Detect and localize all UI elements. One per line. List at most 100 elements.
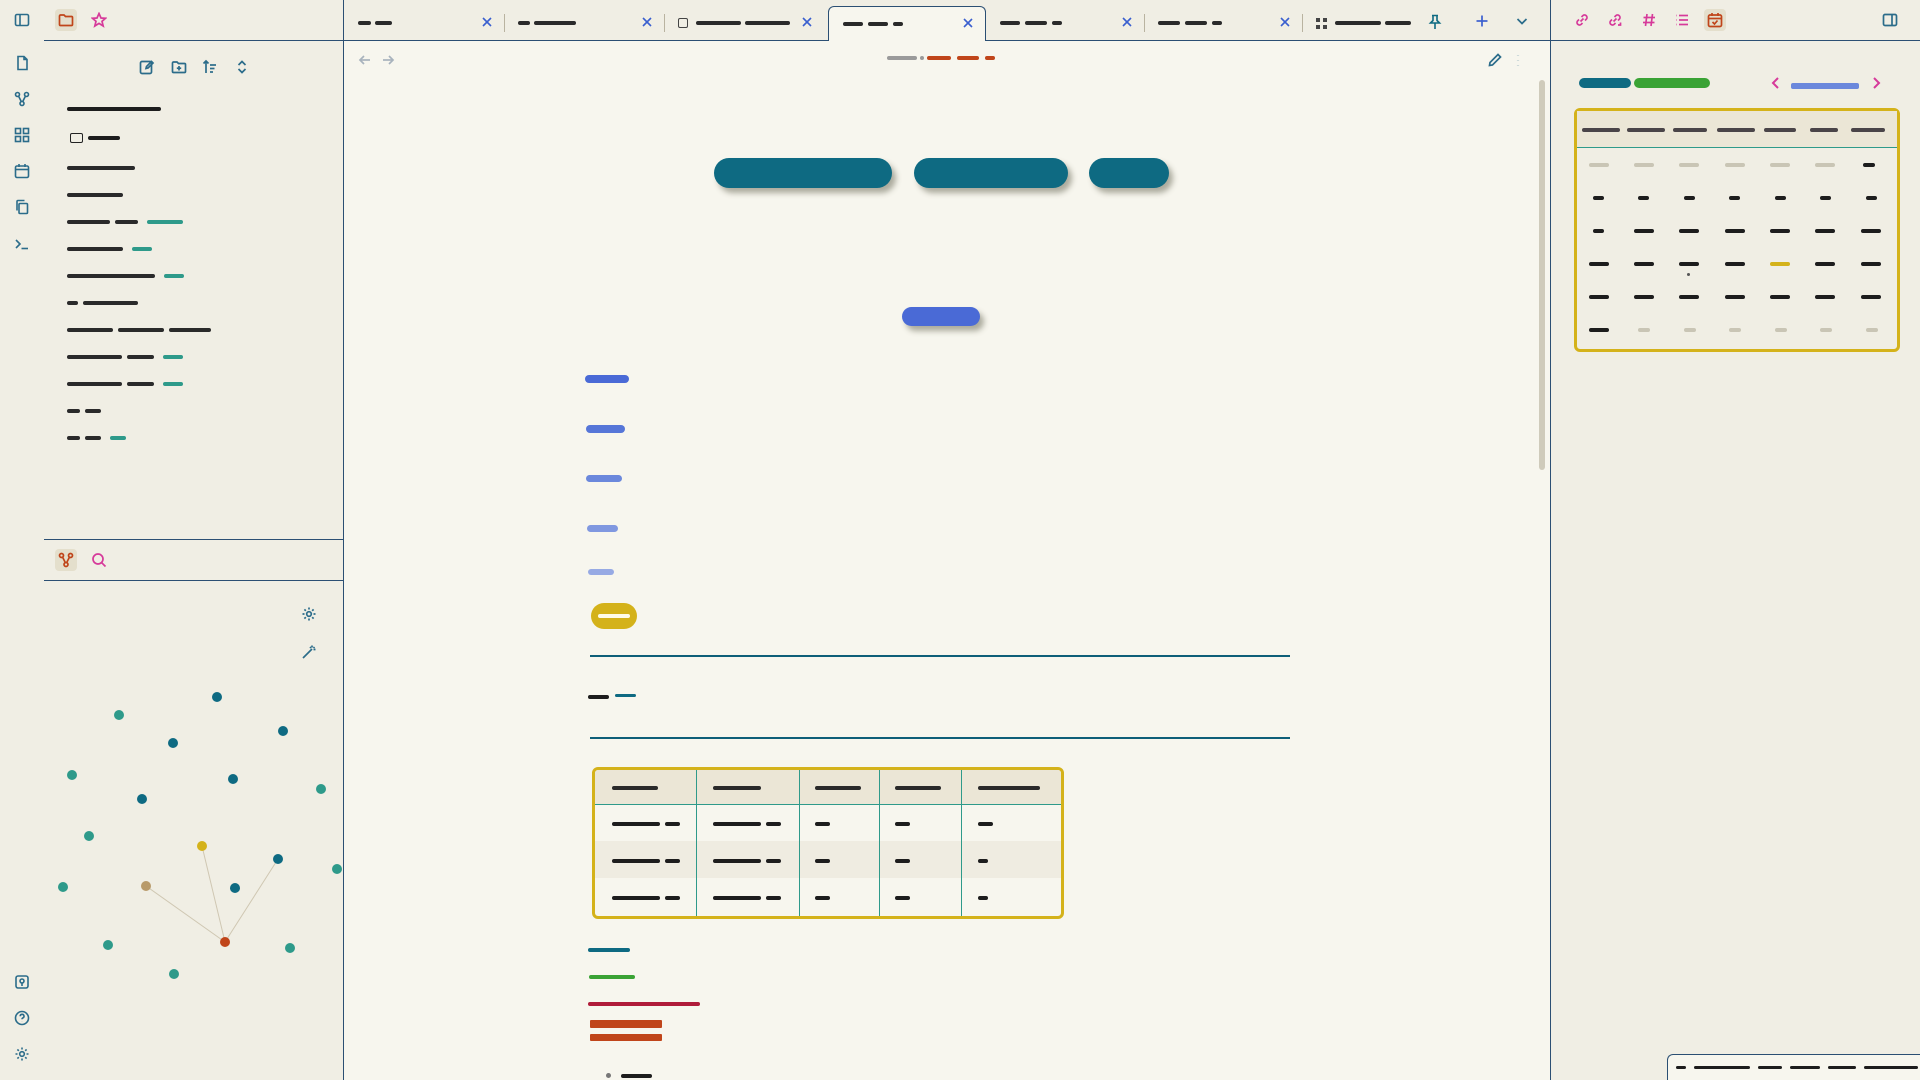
chevron-left-icon[interactable]: [1765, 72, 1787, 94]
forward-icon[interactable]: [377, 49, 399, 71]
calendar-day[interactable]: [1815, 295, 1835, 299]
calendar-day[interactable]: [1684, 328, 1696, 332]
calendar-day[interactable]: [1815, 163, 1835, 167]
calendar-day[interactable]: [1866, 328, 1878, 332]
graph-node[interactable]: [332, 864, 342, 874]
calendar-day[interactable]: [1770, 163, 1790, 167]
breadcrumb[interactable]: —— — —— ——: [887, 56, 995, 60]
backlinks-icon[interactable]: [1571, 9, 1593, 31]
table-cell[interactable]: —: [895, 896, 910, 900]
folder-item[interactable]: ———: [70, 129, 120, 147]
table-cell[interactable]: —: [815, 859, 830, 863]
calendar-day[interactable]: [1679, 163, 1699, 167]
calendar-day[interactable]: [1589, 328, 1609, 332]
graph-node[interactable]: [278, 726, 288, 736]
calendar-day[interactable]: [1861, 262, 1881, 266]
vault-icon[interactable]: [12, 972, 32, 992]
calendar-day[interactable]: [1725, 229, 1745, 233]
calendar-icon[interactable]: [12, 161, 32, 181]
calendar-day[interactable]: [1729, 328, 1741, 332]
calendar-day[interactable]: [1729, 196, 1740, 200]
calendar-day[interactable]: [1770, 229, 1790, 233]
table-header-cell[interactable]: ————: [815, 786, 861, 790]
calendar-day[interactable]: [1634, 262, 1654, 266]
calendar-day[interactable]: [1725, 163, 1745, 167]
graph-node[interactable]: [316, 784, 326, 794]
tab-active[interactable]: —— —— —: [828, 6, 986, 41]
pin-icon[interactable]: [1428, 14, 1442, 30]
vault-name[interactable]: —————————: [67, 100, 161, 118]
terminal-icon[interactable]: [12, 234, 32, 254]
outline-icon[interactable]: [1671, 9, 1693, 31]
search-icon[interactable]: [88, 549, 110, 571]
settings-icon[interactable]: [12, 1044, 32, 1064]
graph-node[interactable]: [67, 770, 77, 780]
new-note-icon[interactable]: [12, 53, 32, 73]
new-note-icon[interactable]: [136, 56, 158, 78]
graph-node[interactable]: [169, 969, 179, 979]
tab[interactable]: —— —— —: [986, 6, 1144, 40]
file-item[interactable]: — —————: [67, 294, 138, 312]
graph-view[interactable]: [44, 581, 343, 1080]
calendar-icon[interactable]: [1704, 9, 1726, 31]
table-cell[interactable]: —: [978, 859, 988, 863]
file-item[interactable]: ————— ——— —: [67, 375, 183, 393]
tab[interactable]: —— —— —: [1144, 6, 1302, 40]
file-item[interactable]: ——————: [67, 186, 123, 204]
graph-node[interactable]: [137, 794, 147, 804]
folder-icon[interactable]: [55, 9, 77, 31]
new-tab-icon[interactable]: [1471, 10, 1493, 32]
file-item[interactable]: ———————: [67, 240, 152, 258]
calendar-day[interactable]: [1593, 229, 1604, 233]
star-icon[interactable]: [88, 9, 110, 31]
inline-link[interactable]: ——: [615, 694, 636, 697]
graph-node[interactable]: [168, 738, 178, 748]
calendar-day[interactable]: [1866, 196, 1877, 200]
table-header-cell[interactable]: ————: [895, 786, 941, 790]
calendar-day[interactable]: [1861, 295, 1881, 299]
collapse-icon[interactable]: [231, 56, 253, 78]
calendar-day[interactable]: [1679, 295, 1699, 299]
table-header-cell[interactable]: ——————: [978, 786, 1040, 790]
chevron-down-icon[interactable]: [1511, 10, 1533, 32]
close-icon[interactable]: [1120, 15, 1134, 29]
table-cell[interactable]: —: [978, 896, 988, 900]
canvas-icon[interactable]: [12, 125, 32, 145]
graph-node[interactable]: [197, 841, 207, 851]
calendar-day[interactable]: [1634, 163, 1654, 167]
graph-node[interactable]: [103, 940, 113, 950]
edit-icon[interactable]: [1484, 49, 1506, 71]
graph-node[interactable]: [273, 854, 283, 864]
back-icon[interactable]: [354, 49, 376, 71]
table-cell[interactable]: —: [895, 859, 910, 863]
table-cell[interactable]: —: [978, 822, 993, 826]
table-cell[interactable]: ———— —: [612, 859, 660, 863]
graph-node[interactable]: [84, 831, 94, 841]
calendar-day[interactable]: [1815, 229, 1835, 233]
calendar-day[interactable]: [1638, 196, 1649, 200]
table-header-cell[interactable]: —————: [612, 786, 658, 790]
file-item[interactable]: ———— ——— ———: [67, 213, 183, 231]
close-icon[interactable]: [640, 15, 654, 29]
tags-icon[interactable]: [1638, 9, 1660, 31]
calendar-day[interactable]: [1679, 229, 1699, 233]
graph-icon[interactable]: [12, 89, 32, 109]
calendar-day[interactable]: [1725, 262, 1745, 266]
graph-node[interactable]: [212, 692, 222, 702]
calendar-day[interactable]: [1634, 295, 1654, 299]
calendar-day[interactable]: [1820, 196, 1831, 200]
table-cell[interactable]: —: [815, 896, 830, 900]
table-cell[interactable]: ———— —: [713, 822, 761, 826]
graph-node[interactable]: [141, 881, 151, 891]
help-icon[interactable]: [12, 1008, 32, 1028]
calendar-day-today[interactable]: [1770, 262, 1790, 266]
tab[interactable]: ————— ————: [664, 6, 824, 40]
editor-pane[interactable]: —— — —— —— ————————— ———————— ———— ———— …: [344, 41, 1550, 1080]
calendar-day[interactable]: [1589, 262, 1609, 266]
close-icon[interactable]: [800, 15, 814, 29]
calendar-day[interactable]: [1684, 196, 1695, 200]
file-item[interactable]: ——————————: [67, 267, 184, 285]
close-icon[interactable]: [480, 15, 494, 29]
file-item[interactable]: — — —: [67, 429, 126, 447]
table-cell[interactable]: —: [895, 822, 910, 826]
